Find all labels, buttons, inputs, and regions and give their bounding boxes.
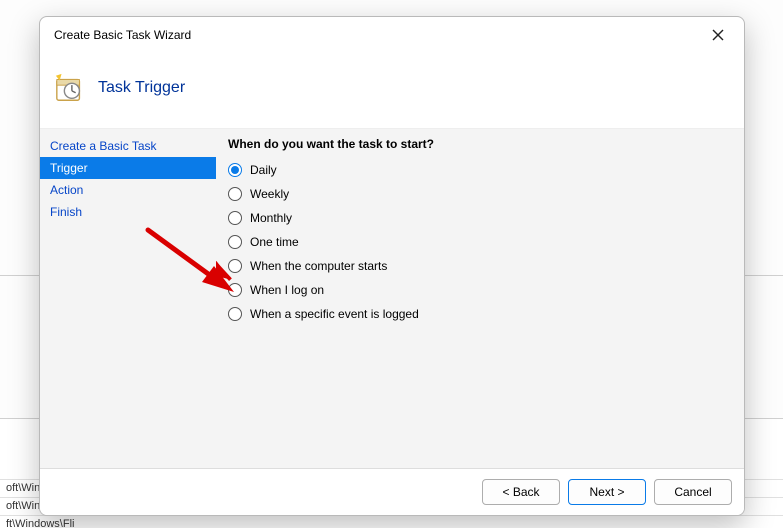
radio-label: Monthly [250, 211, 292, 225]
dialog-header: Task Trigger [40, 47, 744, 129]
radio-icon [228, 283, 242, 297]
trigger-option-log-on[interactable]: When I log on [228, 283, 732, 297]
radio-label: Weekly [250, 187, 289, 201]
radio-label: When the computer starts [250, 259, 387, 273]
radio-icon [228, 307, 242, 321]
trigger-question: When do you want the task to start? [228, 137, 732, 151]
trigger-option-one-time[interactable]: One time [228, 235, 732, 249]
radio-icon [228, 187, 242, 201]
create-basic-task-wizard-dialog: Create Basic Task Wizard Task Trigger Cr… [39, 16, 745, 516]
annotation-arrow-icon [216, 129, 744, 468]
next-button[interactable]: Next > [568, 479, 646, 505]
radio-label: When I log on [250, 283, 324, 297]
radio-icon [228, 211, 242, 225]
dialog-title: Create Basic Task Wizard [54, 28, 702, 42]
wizard-steps-sidebar: Create a Basic Task Trigger Action Finis… [40, 129, 216, 468]
close-icon [712, 29, 724, 41]
radio-label: One time [250, 235, 299, 249]
step-create-basic-task[interactable]: Create a Basic Task [40, 135, 216, 157]
step-action[interactable]: Action [40, 179, 216, 201]
step-finish[interactable]: Finish [40, 201, 216, 223]
radio-icon [228, 235, 242, 249]
trigger-option-specific-event[interactable]: When a specific event is logged [228, 307, 732, 321]
trigger-option-monthly[interactable]: Monthly [228, 211, 732, 225]
cancel-button[interactable]: Cancel [654, 479, 732, 505]
trigger-option-daily[interactable]: Daily [228, 163, 732, 177]
radio-icon [228, 163, 242, 177]
dialog-titlebar: Create Basic Task Wizard [40, 17, 744, 47]
back-button[interactable]: < Back [482, 479, 560, 505]
radio-label: When a specific event is logged [250, 307, 419, 321]
bg-text-row-3: ft\Windows\Fli [0, 515, 783, 528]
trigger-option-computer-starts[interactable]: When the computer starts [228, 259, 732, 273]
radio-label: Daily [250, 163, 277, 177]
step-trigger[interactable]: Trigger [40, 157, 216, 179]
header-title: Task Trigger [98, 79, 185, 97]
dialog-footer: < Back Next > Cancel [40, 469, 744, 515]
trigger-option-weekly[interactable]: Weekly [228, 187, 732, 201]
close-button[interactable] [702, 23, 734, 47]
wizard-content: When do you want the task to start? Dail… [216, 129, 744, 468]
radio-icon [228, 259, 242, 273]
dialog-body: Create a Basic Task Trigger Action Finis… [40, 129, 744, 469]
clock-calendar-icon [54, 72, 86, 104]
